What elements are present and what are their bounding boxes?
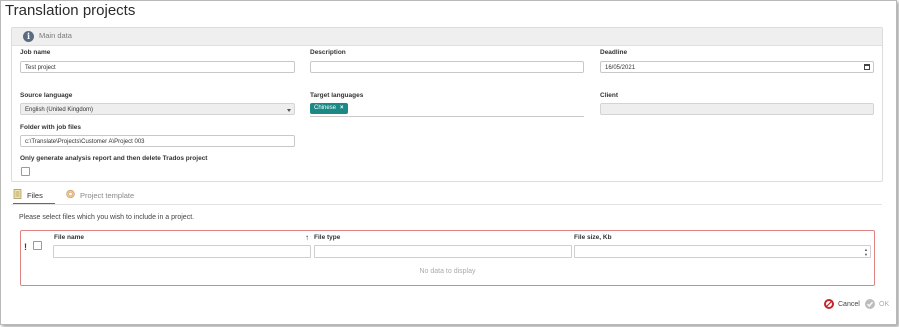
files-grid: ! File name ↑ File type File size, Kb ▲ ▼… [20,230,875,286]
page-title: Translation projects [5,2,136,19]
description-field[interactable] [310,61,584,73]
client-field [600,103,874,115]
deadline-value: 16/05/2021 [605,65,636,71]
file-name-filter[interactable] [53,245,311,258]
main-data-header[interactable]: i Main data [12,28,882,46]
main-data-panel: i Main data Job name Test project Descri… [11,27,883,182]
chevron-down-icon[interactable] [287,109,291,112]
target-languages-label: Target languages [310,92,364,99]
tabs-divider [11,204,882,205]
sort-arrow-up-icon[interactable]: ↑ [305,233,309,242]
chip-label: Chinese [314,105,337,111]
source-language-value: English (United Kingdom) [25,107,94,113]
select-all-checkbox[interactable] [33,241,42,250]
error-marker: ! [24,242,27,252]
job-name-label: Job name [20,49,51,56]
client-label: Client [600,92,619,99]
folder-field[interactable]: c:\Translate\Projects\Customer A\Project… [20,135,295,147]
calendar-icon[interactable] [864,64,870,70]
deadline-label: Deadline [600,49,628,56]
checkmark-icon [865,299,875,309]
info-icon: i [23,31,34,42]
document-icon [13,189,22,199]
files-hint: Please select files which you wish to in… [19,214,195,221]
target-languages-field[interactable]: Chinese × [310,103,584,117]
target-language-chip: Chinese × [310,103,348,114]
cancel-button[interactable]: Cancel [824,299,860,311]
analysis-only-checkbox[interactable] [21,167,30,176]
tab-files-label: Files [27,191,43,200]
template-icon [66,189,75,199]
source-language-label: Source language [20,92,73,99]
main-data-title: Main data [39,31,72,40]
source-language-select[interactable]: English (United Kingdom) [20,103,295,115]
tab-files[interactable]: Files [13,187,55,205]
cancel-label: Cancel [838,301,860,308]
spinner-icon[interactable]: ▲ ▼ [864,247,868,257]
file-size-filter[interactable]: ▲ ▼ [574,245,871,258]
tab-project-template[interactable]: Project template [66,187,146,203]
column-file-size[interactable]: File size, Kb [574,234,612,241]
file-type-filter[interactable] [314,245,572,258]
description-label: Description [310,49,346,56]
tab-project-template-label: Project template [80,191,135,200]
job-name-field[interactable]: Test project [20,61,295,73]
remove-chip-icon[interactable]: × [340,105,344,111]
ok-label: OK [879,301,890,308]
deadline-field[interactable]: 16/05/2021 [600,61,874,73]
empty-state: No data to display [419,268,476,275]
ok-button[interactable]: OK [865,299,890,311]
folder-label: Folder with job files [20,124,82,131]
column-file-name[interactable]: File name [54,234,84,241]
analysis-only-label: Only generate analysis report and then d… [20,155,208,162]
column-file-type[interactable]: File type [314,234,340,241]
cancel-icon [824,299,834,309]
